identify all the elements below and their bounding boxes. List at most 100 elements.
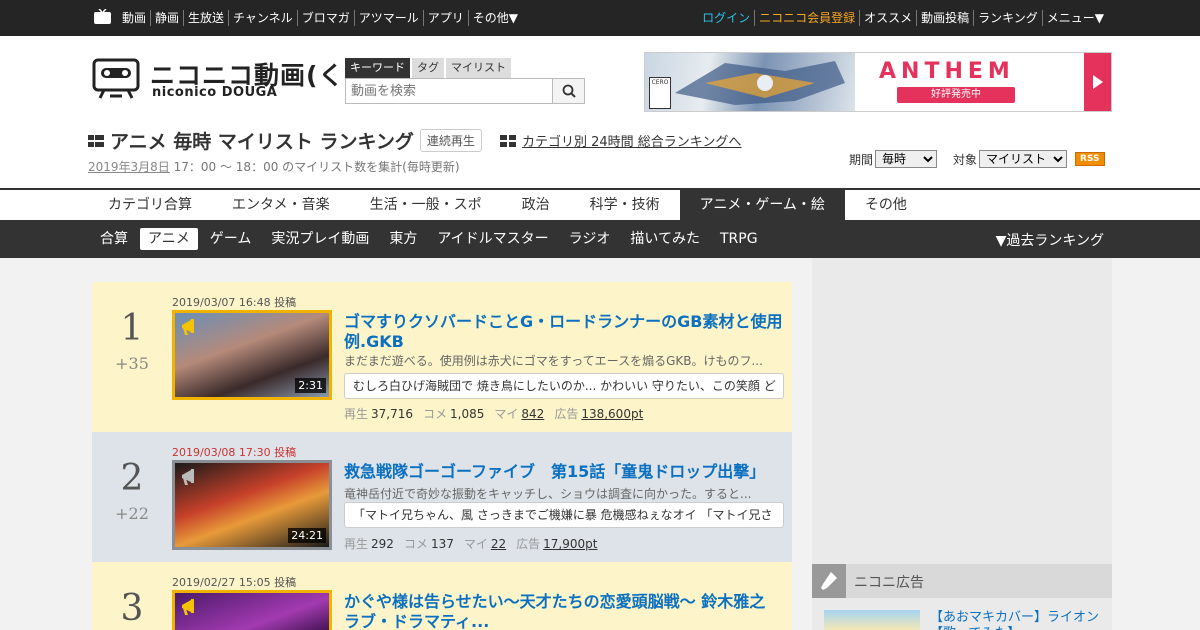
site-logo[interactable]: ニコニコ動画(く) niconico DOUGA bbox=[92, 56, 356, 102]
subcategory-tab[interactable]: 描いてみた bbox=[622, 228, 708, 250]
page-title-row: アニメ 毎時 マイリスト ランキング 連続再生 bbox=[88, 127, 482, 154]
category-tab[interactable]: アニメ・ゲーム・絵 bbox=[679, 190, 845, 221]
period-label: 期間 bbox=[849, 152, 874, 167]
global-nav-right: ログイン ニコニコ会員登録 オススメ 動画投稿 ランキング メニュー▼ bbox=[698, 10, 1108, 26]
search-tabs: キーワード タグ マイリスト bbox=[345, 58, 585, 78]
stat-value-views: 292 bbox=[371, 537, 394, 551]
category-tab[interactable]: 科学・技術 bbox=[570, 190, 680, 221]
stat-label-views: 再生 bbox=[344, 407, 369, 421]
global-nav: 動画 静画 生放送 チャンネル ブロマガ アツマール アプリ その他▼ ログイン ニコニコ会員… bbox=[0, 0, 1200, 36]
category-tab[interactable]: 生活・一般・スポ bbox=[350, 190, 502, 221]
search-tab[interactable]: タグ bbox=[412, 58, 444, 78]
period-select[interactable]: 毎時 bbox=[875, 150, 938, 168]
register-link[interactable]: ニコニコ会員登録 bbox=[754, 10, 859, 26]
video-duration: 24:21 bbox=[288, 528, 326, 543]
global-nav-link[interactable]: メニュー▼ bbox=[1041, 10, 1108, 26]
aggregation-text: 17：00 ～ 18：00 のマイリスト数を集計(毎時更新) bbox=[169, 160, 460, 174]
category-tab[interactable]: その他 bbox=[845, 190, 927, 221]
global-nav-link[interactable]: アプリ bbox=[422, 10, 468, 26]
subcategory-tab[interactable]: ラジオ bbox=[561, 228, 619, 250]
video-thumbnail[interactable] bbox=[172, 590, 332, 630]
video-stats: 再生 37,716 コメ 1,085 マイ 842 広告 138,600pt bbox=[344, 405, 653, 422]
comment-preview: むしろ白ひげ海賊団で 焼き鳥にしたいのか... かわいい 守りたい、この笑顔 ど bbox=[344, 373, 784, 399]
stat-label-mylist: マイ bbox=[494, 407, 519, 421]
video-duration: 2:31 bbox=[295, 378, 326, 393]
rank-change: +22 bbox=[115, 504, 149, 523]
video-title[interactable]: ゴマすりクソバードことG・ロードランナーのGB素材と使用例.GKB bbox=[344, 312, 784, 352]
search-tab[interactable]: マイリスト bbox=[446, 58, 511, 78]
subcategory-tab[interactable]: アニメ bbox=[140, 228, 198, 250]
rss-button[interactable]: RSS bbox=[1075, 152, 1105, 166]
global-nav-link[interactable]: チャンネル bbox=[228, 10, 297, 26]
search-tab[interactable]: キーワード bbox=[345, 58, 410, 78]
ad-brand: ANTHEM bbox=[879, 59, 1015, 84]
global-nav-link[interactable]: アツマール bbox=[353, 10, 423, 26]
stat-label-views: 再生 bbox=[344, 537, 369, 551]
subcategory-tab[interactable]: アイドルマスター bbox=[429, 228, 556, 250]
ad-artwork bbox=[645, 53, 855, 111]
subcategory-tab[interactable]: 東方 bbox=[381, 228, 425, 250]
subcategory-tab[interactable]: 実況プレイ動画 bbox=[263, 228, 377, 250]
category-ranking-link-row: カテゴリ別 24時間 総合ランキングへ bbox=[500, 131, 741, 150]
video-title[interactable]: かぐや様は告らせたい～天才たちの恋愛頭脳戦～ 鈴木雅之 ラブ・ドラマティ... bbox=[344, 592, 784, 630]
search-button[interactable] bbox=[552, 79, 584, 103]
logo-text-en: niconico DOUGA bbox=[152, 85, 278, 100]
login-link[interactable]: ログイン bbox=[698, 10, 754, 26]
stat-value-coms: 1,085 bbox=[450, 407, 485, 421]
nicoad-icon bbox=[812, 564, 846, 598]
global-nav-link[interactable]: 動画投稿 bbox=[916, 10, 973, 26]
past-ranking-toggle[interactable]: ▼過去ランキング bbox=[996, 230, 1104, 250]
search-box bbox=[345, 78, 585, 104]
video-stats: 再生 292 コメ 137 マイ 22 広告 17,900pt bbox=[344, 535, 607, 552]
nicoad-item-thumbnail[interactable] bbox=[824, 610, 920, 630]
subcategory-tab[interactable]: TRPG bbox=[712, 228, 766, 250]
global-nav-link[interactable]: ランキング bbox=[973, 10, 1042, 26]
stat-value-mylist[interactable]: 22 bbox=[491, 537, 506, 551]
search-input[interactable] bbox=[346, 79, 552, 103]
nicoad-item-title[interactable]: 【あおマキカバー】ライオン【歌ってみた】 bbox=[930, 610, 1110, 630]
global-nav-link[interactable]: 動画 bbox=[118, 10, 150, 26]
stat-value-ad[interactable]: 138,600pt bbox=[581, 407, 643, 421]
global-nav-link[interactable]: その他▼ bbox=[467, 10, 522, 26]
ranking-date-link[interactable]: 2019年3月8日 bbox=[88, 160, 170, 174]
comment-preview: 「マトイ兄ちゃん、風 さっきまでご機嫌に暴 危機感ねぇなオイ 「マトイ兄さ bbox=[344, 502, 784, 528]
rank-change: +35 bbox=[115, 354, 149, 373]
stat-value-ad[interactable]: 17,900pt bbox=[543, 537, 597, 551]
stat-label-mylist: マイ bbox=[463, 537, 488, 551]
global-nav-link[interactable]: ブロマガ bbox=[296, 10, 354, 26]
ad-arrow-icon[interactable] bbox=[1084, 53, 1111, 111]
posted-date: 2019/03/07 16:48 投稿 bbox=[172, 296, 297, 309]
video-thumbnail[interactable]: 24:21 bbox=[172, 460, 332, 550]
posted-date: 2019/02/27 15:05 投稿 bbox=[172, 576, 297, 589]
subcategory-tabs: 合算 アニメ ゲーム 実況プレイ動画 東方 アイドルマスター ラジオ 描いてみた TRPG ▼過… bbox=[0, 220, 1200, 258]
stat-label-coms: コメ bbox=[423, 407, 448, 421]
continuous-play-button[interactable]: 連続再生 bbox=[419, 129, 482, 152]
nicoad-megaphone-icon bbox=[182, 319, 194, 335]
stat-value-views: 37,716 bbox=[371, 407, 414, 421]
category-tab[interactable]: 政治 bbox=[502, 190, 570, 221]
niconico-tv-icon[interactable] bbox=[94, 9, 111, 24]
video-title[interactable]: 救急戦隊ゴーゴーファイブ 第15話「童鬼ドロップ出撃」 bbox=[344, 462, 784, 482]
cero-rating-badge: CERO bbox=[649, 77, 671, 109]
cassette-logo-icon bbox=[92, 58, 140, 99]
category-tab[interactable]: エンタメ・音楽 bbox=[212, 190, 350, 221]
stat-value-mylist[interactable]: 842 bbox=[521, 407, 544, 421]
global-nav-link[interactable]: 静画 bbox=[150, 10, 183, 26]
rank-number: 2 bbox=[120, 458, 144, 499]
ranking-filters: 期間 毎時 対象 マイリスト RSS bbox=[849, 150, 1105, 168]
category-ranking-link[interactable]: カテゴリ別 24時間 総合ランキングへ bbox=[522, 131, 741, 150]
category-tab[interactable]: カテゴリ合算 bbox=[88, 190, 212, 221]
target-select[interactable]: マイリスト bbox=[979, 150, 1068, 168]
stat-label-ad: 広告 bbox=[516, 537, 541, 551]
ad-tagline: 好評発売中 bbox=[897, 87, 1015, 103]
rank-number: 1 bbox=[120, 308, 144, 349]
subcategory-tab[interactable]: ゲーム bbox=[202, 228, 260, 250]
video-thumbnail[interactable]: 2:31 bbox=[172, 310, 332, 400]
global-nav-link[interactable]: 生放送 bbox=[183, 10, 228, 26]
subcategory-tab[interactable]: 合算 bbox=[92, 228, 136, 250]
ad-banner[interactable]: CERO ANTHEM 好評発売中 bbox=[644, 52, 1112, 112]
nicoad-header: ニコニ広告 bbox=[812, 564, 1112, 598]
global-nav-left: 動画 静画 生放送 チャンネル ブロマガ アツマール アプリ その他▼ bbox=[118, 10, 522, 26]
global-nav-link[interactable]: オススメ bbox=[859, 10, 916, 26]
ranking-item: 2 +22 2019/03/08 17:30 投稿 24:21 救急戦隊ゴーゴーファイブ… bbox=[92, 432, 792, 562]
